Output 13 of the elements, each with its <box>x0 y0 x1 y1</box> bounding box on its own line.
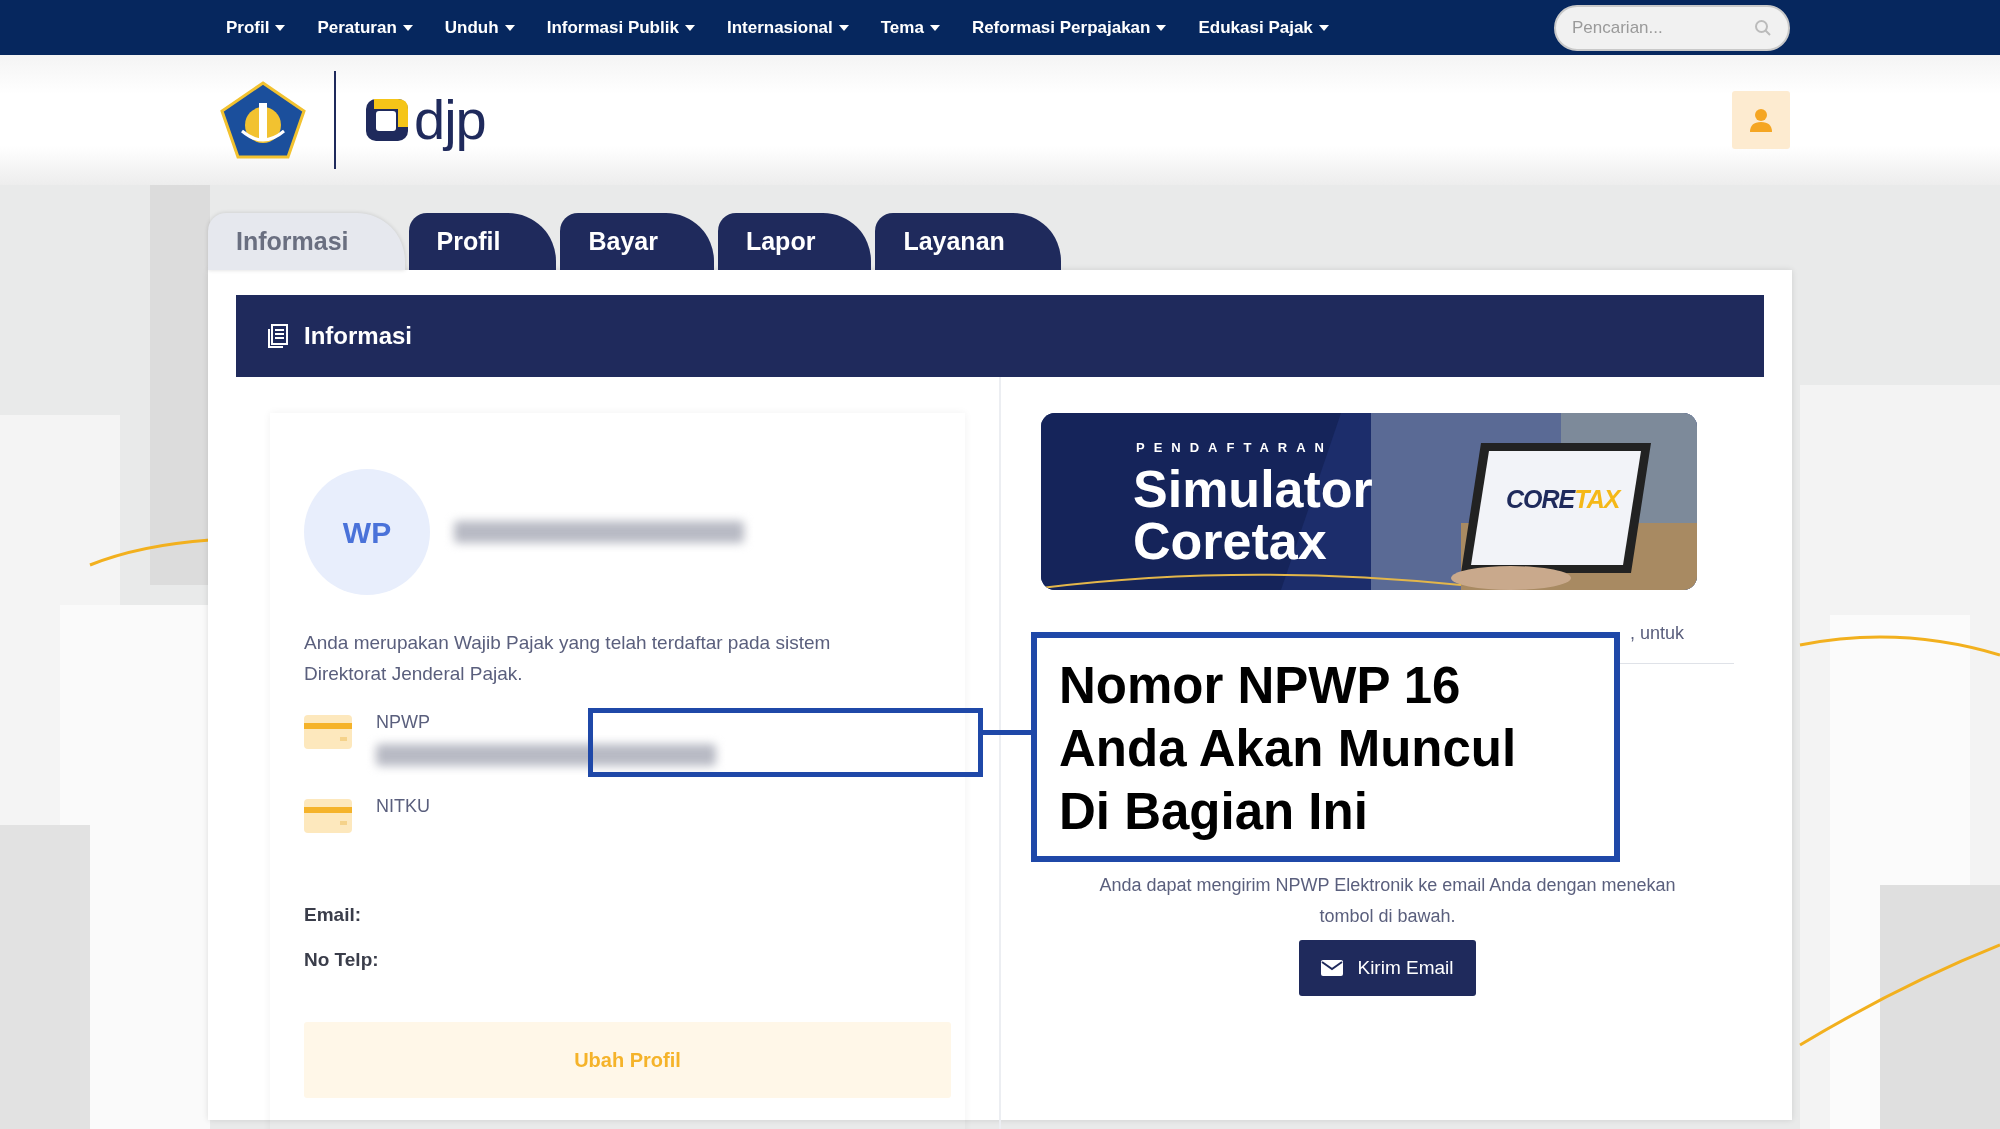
nav-link[interactable]: Informasi Publik <box>530 14 711 41</box>
search-field[interactable]: Pencarian... <box>1554 4 1790 51</box>
djp-logo-icon <box>364 97 410 143</box>
nav-link[interactable]: Edukasi Pajak <box>1182 14 1345 41</box>
nav-link[interactable]: Peraturan <box>301 14 429 41</box>
search-icon <box>1754 18 1772 37</box>
nav-link[interactable]: Reformasi Perpajakan <box>955 14 1183 41</box>
user-icon <box>1749 108 1773 132</box>
user-button[interactable] <box>1732 91 1790 149</box>
nav-link[interactable]: Internasional <box>710 14 865 41</box>
nav-link[interactable]: Tema <box>864 14 956 41</box>
nav-link[interactable]: Profil <box>210 14 302 41</box>
nav-link[interactable]: Unduh <box>428 14 531 41</box>
